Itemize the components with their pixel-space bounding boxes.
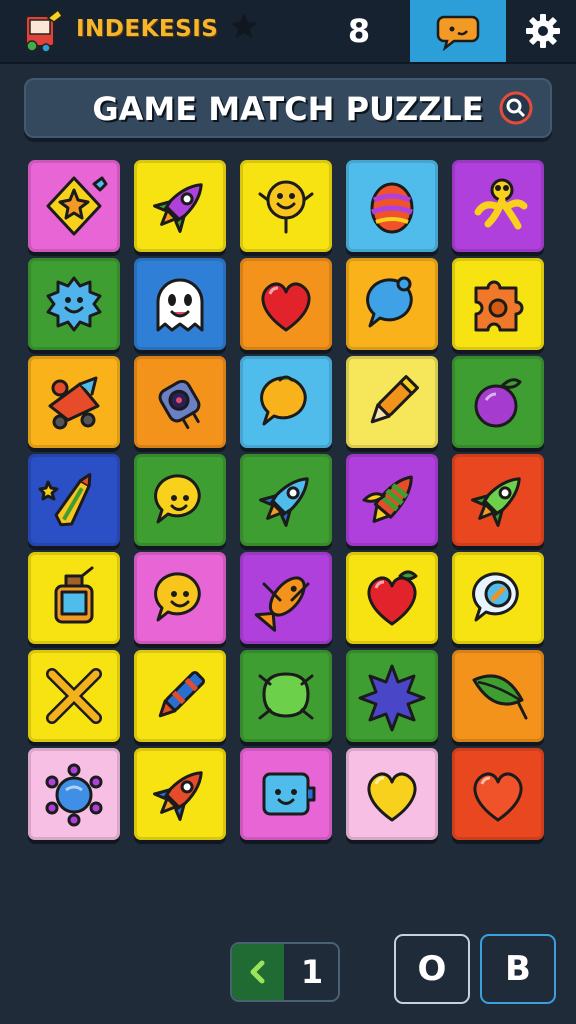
striped-egg-icon	[370, 182, 414, 234]
stick-figure-icon	[474, 178, 528, 230]
crossed-sticks-icon	[46, 668, 102, 724]
heart-icon	[261, 282, 311, 332]
tile-r5-c3[interactable]	[240, 552, 332, 644]
search-icon[interactable]	[498, 90, 534, 126]
lemon-bubble-icon	[260, 375, 307, 426]
tile-r2-c2[interactable]	[134, 258, 226, 350]
o-button[interactable]: O	[394, 934, 470, 1004]
tile-r6-c1[interactable]	[28, 650, 120, 742]
orange-heart-icon	[473, 772, 523, 822]
star-icon	[231, 13, 257, 38]
tile-r5-c5[interactable]	[452, 552, 544, 644]
ghost-icon	[156, 278, 204, 332]
magic-wand-icon	[38, 473, 92, 527]
green-rocket-icon	[471, 477, 521, 527]
star-kite-icon	[46, 176, 108, 236]
robot-gadget-icon	[158, 379, 201, 430]
red-rocket-icon	[153, 771, 203, 821]
purple-star-icon	[358, 664, 426, 732]
leaf-icon	[472, 674, 528, 720]
tile-r3-c4[interactable]	[346, 356, 438, 448]
tile-r3-c5[interactable]	[452, 356, 544, 448]
title-banner: GAME MATCH PUZZLE	[24, 78, 552, 138]
tile-r4-c3[interactable]	[240, 454, 332, 546]
gear-icon	[526, 14, 560, 48]
tile-r7-c1[interactable]	[28, 748, 120, 840]
page-number: 1	[300, 953, 324, 991]
top-bar: INDEKESIS 8	[0, 0, 576, 64]
tile-r2-c4[interactable]	[346, 258, 438, 350]
logo-icon	[25, 8, 64, 53]
tile-r1-c2[interactable]	[134, 160, 226, 252]
page-switcher: 1	[230, 942, 340, 1002]
jigsaw-piece-icon	[474, 280, 524, 332]
tile-r7-c4[interactable]	[346, 748, 438, 840]
green-blob-icon	[258, 672, 314, 720]
tile-r4-c2[interactable]	[134, 454, 226, 546]
red-heart-berry-icon	[367, 570, 418, 626]
pencil-icon	[370, 375, 419, 424]
tile-r5-c1[interactable]	[28, 552, 120, 644]
toy-rocket-car-icon	[48, 376, 100, 430]
smiley-creature-icon	[258, 180, 314, 234]
potion-bottle-icon	[54, 566, 94, 624]
crayon-icon	[158, 670, 206, 718]
tile-r3-c2[interactable]	[134, 356, 226, 448]
gold-heart-icon	[367, 772, 417, 822]
magnifier-bubble-icon	[472, 572, 519, 622]
box-robot-icon	[262, 772, 316, 816]
chevron-left-icon	[250, 960, 265, 984]
smiley-bubble-icon	[154, 572, 201, 622]
tile-r1-c3[interactable]	[240, 160, 332, 252]
speech-bubble-icon	[366, 276, 413, 328]
b-button[interactable]: B	[480, 934, 556, 1004]
chat-button[interactable]	[410, 0, 506, 62]
tile-r3-c1[interactable]	[28, 356, 120, 448]
tile-r4-c1[interactable]	[28, 454, 120, 546]
plum-icon	[474, 378, 522, 428]
tile-r4-c4[interactable]	[346, 454, 438, 546]
chat-bubble-icon	[436, 15, 480, 51]
fish-icon	[254, 576, 310, 632]
tile-r2-c1[interactable]	[28, 258, 120, 350]
blue-rocket-icon	[259, 477, 309, 527]
app-brand: INDEKESIS	[76, 16, 219, 42]
tile-r1-c1[interactable]	[28, 160, 120, 252]
back-button[interactable]	[232, 944, 284, 1000]
page-title: GAME MATCH PUZZLE	[92, 90, 484, 128]
tile-r1-c5[interactable]	[452, 160, 544, 252]
tile-r7-c3[interactable]	[240, 748, 332, 840]
tile-r5-c2[interactable]	[134, 552, 226, 644]
tile-r4-c5[interactable]	[452, 454, 544, 546]
tile-r7-c5[interactable]	[452, 748, 544, 840]
settings-button[interactable]	[514, 0, 572, 62]
tile-r6-c5[interactable]	[452, 650, 544, 742]
tile-r2-c3[interactable]	[240, 258, 332, 350]
flower-virus-icon	[45, 763, 103, 827]
spiky-blob-icon	[46, 276, 102, 332]
tile-r2-c5[interactable]	[452, 258, 544, 350]
tile-r1-c4[interactable]	[346, 160, 438, 252]
rocket-icon	[153, 183, 203, 233]
chick-bubble-icon	[154, 474, 201, 524]
tile-r6-c3[interactable]	[240, 650, 332, 742]
tile-r3-c3[interactable]	[240, 356, 332, 448]
tile-r7-c2[interactable]	[134, 748, 226, 840]
striped-rocket-icon	[362, 475, 413, 523]
tile-r6-c2[interactable]	[134, 650, 226, 742]
tile-r5-c4[interactable]	[346, 552, 438, 644]
tile-r6-c4[interactable]	[346, 650, 438, 742]
move-counter: 8	[347, 12, 371, 50]
